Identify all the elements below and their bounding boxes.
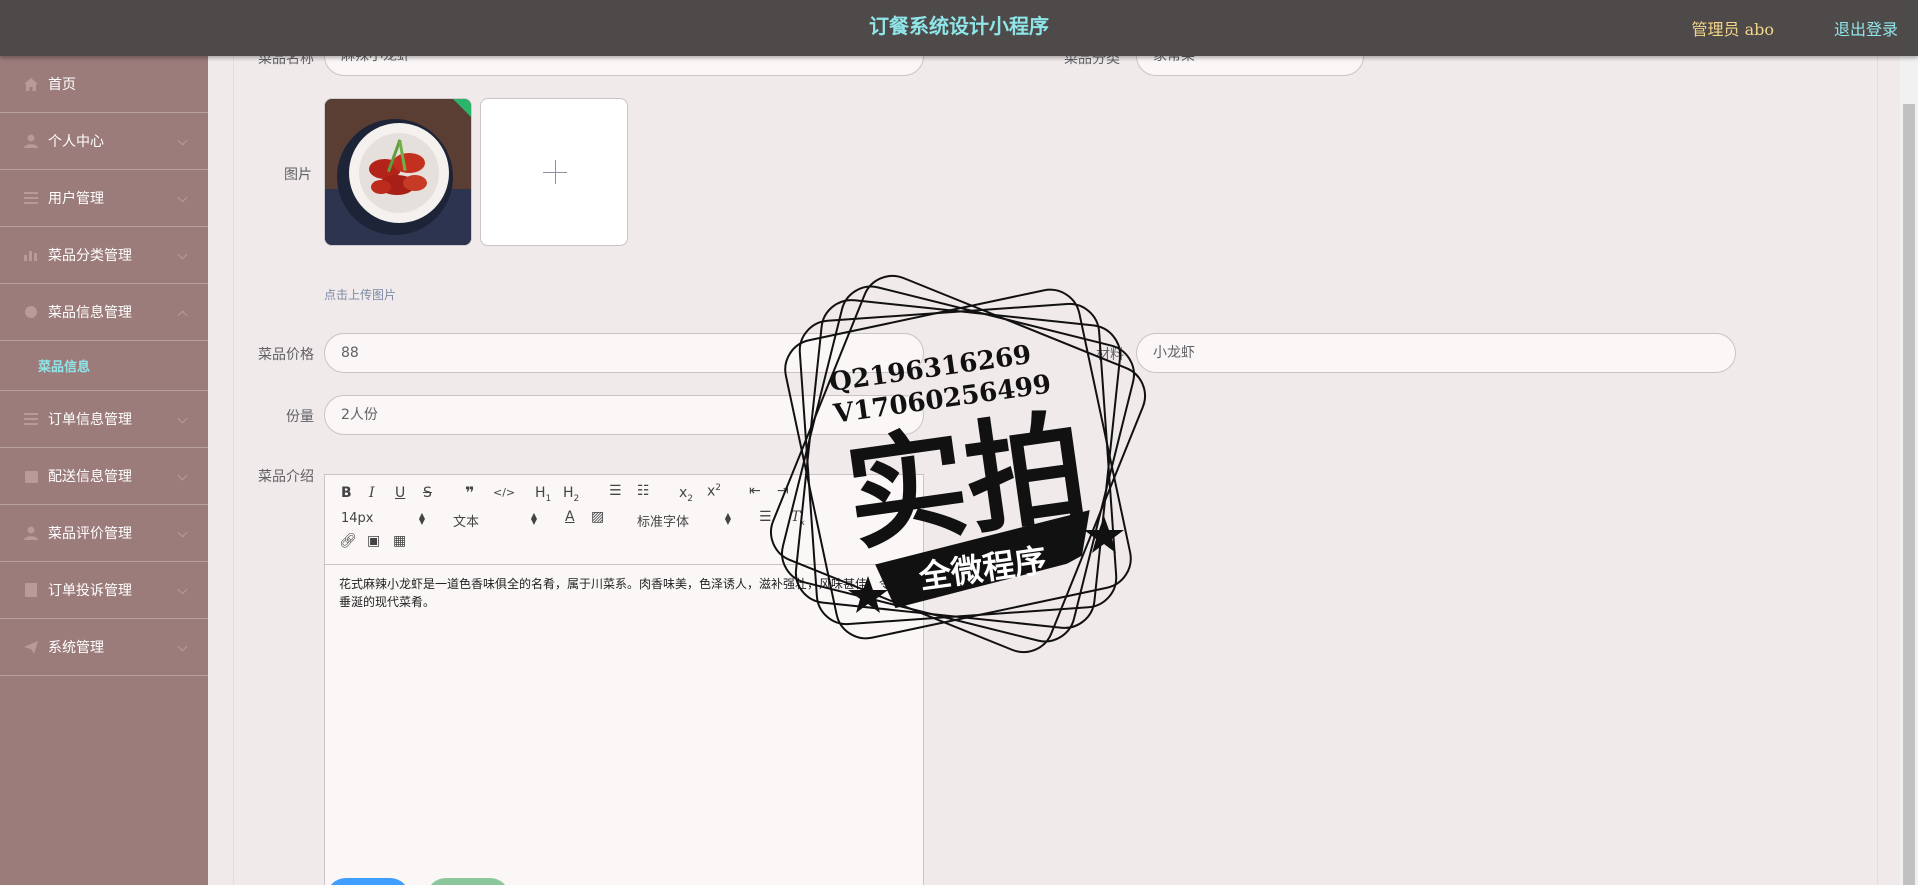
sidebar-item-label: 首页 [48,77,76,93]
sidebar-item-label: 个人中心 [48,134,104,150]
sidebar-item-system-management[interactable]: 系统管理 [0,619,208,676]
document-icon [22,582,40,598]
app-title: 订餐系统设计小程序 [869,14,1049,38]
list-icon [22,411,40,427]
upload-hint-link[interactable]: 点击上传图片 [324,286,396,303]
heading1-icon[interactable]: H1 [535,485,551,504]
bullet-list-icon[interactable]: ☷ [637,483,650,499]
chevron-down-icon [177,249,188,260]
superscript-icon[interactable]: x2 [707,483,721,500]
sidebar-item-review-management[interactable]: 菜品评价管理 [0,505,208,562]
sidebar-item-user-management[interactable]: 用户管理 [0,170,208,227]
sidebar-item-label: 订单信息管理 [48,412,132,428]
heading-select[interactable]: 文本 ▲ ▼ [453,511,537,531]
send-icon [22,639,40,655]
sidebar-item-delivery-management[interactable]: 配送信息管理 [0,448,208,505]
calendar-icon [22,468,40,484]
underline-icon[interactable]: U [395,485,405,501]
select-arrow-icon: ▲ ▼ [724,511,731,526]
sidebar-item-dish-management[interactable]: 菜品信息管理 [0,284,208,341]
heading2-icon[interactable]: H2 [563,485,579,504]
material-input[interactable]: 小龙虾 [1136,333,1736,373]
sidebar-item-personal-center[interactable]: 个人中心 [0,113,208,170]
blockquote-icon[interactable]: ❞ [465,483,474,502]
chevron-down-icon [177,413,188,424]
image-upload-button[interactable] [480,98,628,246]
clear-format-icon[interactable]: Tx [791,509,805,527]
ordered-list-icon[interactable]: ☰ [609,483,622,499]
bold-icon[interactable]: B [341,485,352,501]
editor-content[interactable]: 花式麻辣小龙虾是一道色香味俱全的名肴，属于川菜系。肉香味美，色泽诱人，滋补强壮，… [339,575,911,611]
sidebar-item-home[interactable]: 首页 [0,56,208,113]
portion-input[interactable]: 2人份 [324,395,924,435]
font-color-icon[interactable]: A [565,509,575,525]
indent-icon[interactable]: ⇥ [777,483,789,499]
sidebar-item-label: 系统管理 [48,640,104,656]
sidebar-item-label: 菜品评价管理 [48,526,132,542]
submit-button[interactable] [326,878,410,885]
sidebar-item-label: 配送信息管理 [48,469,132,485]
cancel-button[interactable] [426,878,510,885]
chevron-down-icon [177,641,188,652]
sidebar-item-label: 用户管理 [48,191,104,207]
video-icon[interactable]: ▦ [393,533,406,549]
portion-label: 份量 [286,409,314,425]
user-icon [22,133,40,149]
page-scrollbar[interactable] [1900,56,1918,885]
editor-toolbar: B I U S ❞ </> H1 H2 ☰ ☷ x2 x2 ⇤ ⇥ 14px ▲… [325,475,923,565]
home-icon [22,76,40,92]
strikethrough-icon[interactable]: S [423,485,432,501]
price-label: 菜品价格 [258,347,314,363]
logout-link[interactable]: 退出登录 [1834,16,1898,40]
price-input[interactable]: 88 [324,333,924,373]
goods-icon [22,304,40,320]
sidebar-item-label: 菜品分类管理 [48,248,132,264]
image-icon[interactable]: ▣ [367,533,380,549]
admin-user-label: 管理员 abo [1691,20,1774,39]
sidebar-item-label: 订单投诉管理 [48,583,132,599]
sidebar-item-label: 菜品信息管理 [48,305,132,321]
subscript-icon[interactable]: x2 [679,485,693,504]
code-block-icon[interactable]: </> [493,486,515,499]
dish-image-thumbnail [324,98,472,246]
select-arrow-icon: ▲ ▼ [418,511,425,526]
select-arrow-icon: ▲ ▼ [530,511,537,526]
sidebar-item-complaint-management[interactable]: 订单投诉管理 [0,562,208,619]
font-family-select[interactable]: 标准字体 ▲ ▼ [637,511,731,531]
top-header: 订餐系统设计小程序 管理员 abo 退出登录 [0,0,1918,56]
scrollbar-thumb[interactable] [1903,104,1915,885]
intro-label: 菜品介绍 [258,469,314,485]
sidebar-menu: 首页 个人中心 用户管理 菜品分类管理 菜品信息管理 菜品信息 订单信息管理 配… [0,56,208,885]
outdent-icon[interactable]: ⇤ [749,483,761,499]
chart-icon [22,247,40,263]
chevron-up-icon [177,310,188,321]
sidebar-item-order-management[interactable]: 订单信息管理 [0,391,208,448]
font-size-select[interactable]: 14px ▲ ▼ [341,511,425,526]
user-icon [22,525,40,541]
chevron-down-icon [177,135,188,146]
sidebar-item-category-management[interactable]: 菜品分类管理 [0,227,208,284]
list-icon [22,190,40,206]
image-label: 图片 [284,167,312,183]
align-icon[interactable]: ☰ [759,509,772,525]
chevron-down-icon [177,527,188,538]
rich-text-editor[interactable]: B I U S ❞ </> H1 H2 ☰ ☷ x2 x2 ⇤ ⇥ 14px ▲… [324,474,924,885]
link-icon[interactable]: 🔗︎ [339,533,357,549]
background-color-icon[interactable]: ▨ [591,509,604,525]
material-label: 材料 [1096,347,1124,363]
italic-icon[interactable]: I [369,485,375,501]
chevron-down-icon [177,584,188,595]
sidebar-subitem-dish-info[interactable]: 菜品信息 [0,341,208,391]
chevron-down-icon [177,470,188,481]
sidebar-subitem-label: 菜品信息 [38,360,91,375]
chevron-down-icon [177,192,188,203]
